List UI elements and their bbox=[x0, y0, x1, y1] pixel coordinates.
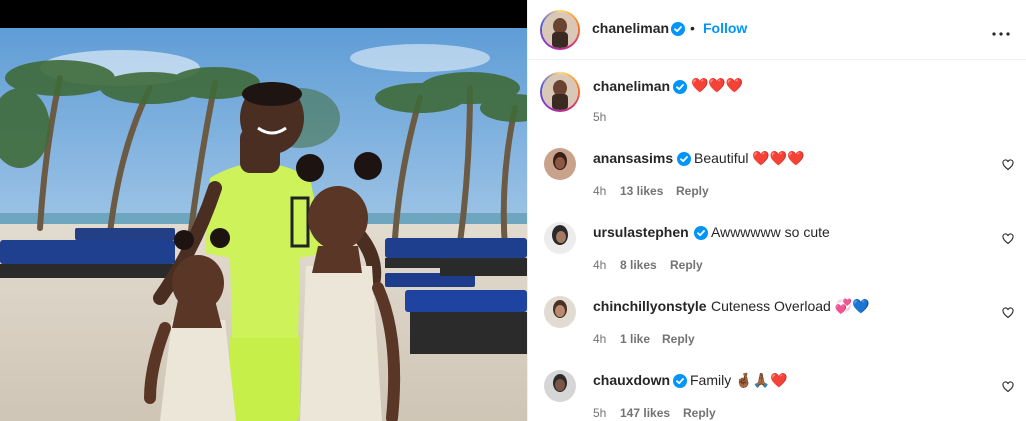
commenter-avatar[interactable] bbox=[544, 148, 576, 180]
commenter-avatar[interactable] bbox=[544, 370, 576, 402]
comment-time[interactable]: 4h bbox=[593, 258, 606, 272]
reply-button[interactable]: Reply bbox=[670, 258, 703, 272]
heart-outline-icon[interactable] bbox=[1002, 232, 1014, 245]
commenter-username[interactable]: anansasims bbox=[593, 150, 673, 166]
comment-row: chauxdown Family 🤞🏾🙏🏾❤️ 5h 147 likes Rep… bbox=[528, 364, 1026, 421]
post-caption: chaneliman ❤️❤️❤️ 5h bbox=[528, 68, 1026, 128]
reply-button[interactable]: Reply bbox=[683, 406, 716, 420]
caption-text: ❤️❤️❤️ bbox=[691, 77, 744, 93]
author-avatar[interactable] bbox=[540, 10, 580, 50]
commenter-username[interactable]: chinchillyonstyle bbox=[593, 298, 707, 314]
header-separator: • bbox=[690, 20, 695, 36]
commenter-username[interactable]: ursulastephen bbox=[593, 224, 689, 240]
comment-text: Cuteness Overload 💞💙 bbox=[711, 298, 870, 314]
comment-row: chinchillyonstyle Cuteness Overload 💞💙 4… bbox=[528, 290, 1026, 350]
comment-text: Awwwwww so cute bbox=[711, 224, 830, 240]
comment-row: anansasims Beautiful ❤️❤️❤️ 4h 13 likes … bbox=[528, 142, 1026, 202]
heart-outline-icon[interactable] bbox=[1002, 158, 1014, 171]
comment-likes[interactable]: 13 likes bbox=[620, 184, 663, 198]
verified-badge-icon bbox=[677, 152, 691, 171]
comment-text: Family 🤞🏾🙏🏾❤️ bbox=[690, 372, 788, 388]
more-options-icon[interactable] bbox=[992, 24, 1010, 36]
reply-button[interactable]: Reply bbox=[662, 332, 695, 346]
comment-time[interactable]: 4h bbox=[593, 184, 606, 198]
verified-badge-icon bbox=[671, 22, 685, 41]
post-header: chaneliman • Follow bbox=[528, 0, 1026, 60]
heart-outline-icon[interactable] bbox=[1002, 380, 1014, 393]
caption-avatar[interactable] bbox=[540, 72, 580, 112]
comment-text: Beautiful ❤️❤️❤️ bbox=[694, 150, 805, 166]
comment-row: ursulastephen Awwwwww so cute 4h 8 likes… bbox=[528, 216, 1026, 276]
caption-username[interactable]: chaneliman bbox=[593, 78, 670, 94]
heart-outline-icon[interactable] bbox=[1002, 306, 1014, 319]
commenter-username[interactable]: chauxdown bbox=[593, 372, 670, 388]
verified-badge-icon bbox=[673, 374, 687, 393]
caption-time[interactable]: 5h bbox=[593, 110, 606, 124]
post-media[interactable] bbox=[0, 0, 527, 421]
reply-button[interactable]: Reply bbox=[676, 184, 709, 198]
author-username[interactable]: chaneliman bbox=[592, 20, 669, 36]
comment-likes[interactable]: 8 likes bbox=[620, 258, 657, 272]
commenter-avatar[interactable] bbox=[544, 296, 576, 328]
commenter-avatar[interactable] bbox=[544, 222, 576, 254]
comment-likes[interactable]: 1 like bbox=[620, 332, 650, 346]
post-photo bbox=[0, 28, 527, 421]
follow-button[interactable]: Follow bbox=[703, 20, 747, 36]
comments-panel: chaneliman • Follow chaneliman ❤️❤️❤️ 5h… bbox=[527, 0, 1026, 421]
comment-time[interactable]: 4h bbox=[593, 332, 606, 346]
verified-badge-icon bbox=[694, 226, 708, 245]
comment-time[interactable]: 5h bbox=[593, 406, 606, 420]
comment-likes[interactable]: 147 likes bbox=[620, 406, 670, 420]
verified-badge-icon bbox=[673, 80, 687, 99]
